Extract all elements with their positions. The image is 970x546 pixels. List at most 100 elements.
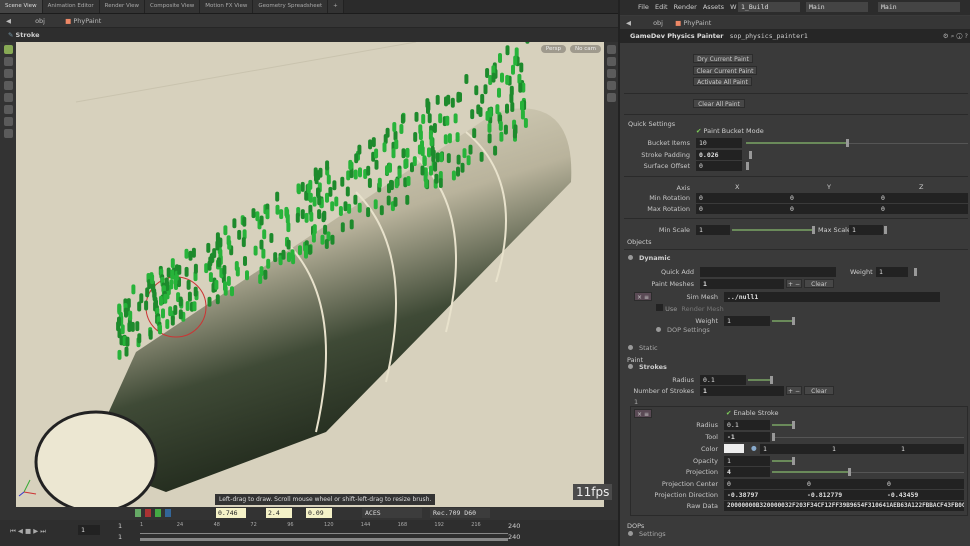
projection-center-y[interactable]: 0 bbox=[804, 479, 884, 489]
node-name[interactable]: sop_physics_painter1 bbox=[730, 32, 808, 40]
persp-menu[interactable]: Persp bbox=[541, 45, 566, 53]
path-obj[interactable]: obj bbox=[653, 19, 663, 27]
min-scale-slider[interactable] bbox=[732, 225, 816, 235]
projection-slider[interactable] bbox=[772, 467, 964, 477]
min-scale-field[interactable]: 1 bbox=[696, 225, 730, 235]
3d-viewport[interactable]: Persp No cam bbox=[16, 42, 604, 507]
tab-motion-fx-view[interactable]: Motion FX View bbox=[200, 0, 253, 13]
handle-tool-icon[interactable] bbox=[4, 93, 13, 102]
blue-channel-icon[interactable] bbox=[165, 509, 171, 517]
add-remove-stroke-buttons[interactable]: + − bbox=[786, 386, 802, 395]
context-select-2[interactable]: Main bbox=[878, 2, 960, 12]
sim-mesh-field[interactable]: ../null1 bbox=[724, 292, 940, 302]
tab-composite-view[interactable]: Composite View bbox=[145, 0, 200, 13]
min-rotation-y[interactable]: 0 bbox=[787, 193, 878, 203]
stroke-padding-field[interactable]: 0.026 bbox=[696, 150, 742, 160]
enable-stroke-checkbox[interactable]: ✔ Enable Stroke bbox=[726, 409, 778, 417]
menu-windows[interactable]: W bbox=[730, 3, 736, 11]
paint-meshes-field[interactable]: 1 bbox=[700, 279, 784, 289]
magnet-icon[interactable] bbox=[4, 129, 13, 138]
context-select[interactable]: Main bbox=[806, 2, 868, 12]
raw-data-field[interactable]: 20000000B320000032F203F34CF12FF39B9654F3… bbox=[724, 501, 964, 511]
exposure-field[interactable]: 0.746 bbox=[216, 508, 246, 518]
select-tool-icon[interactable] bbox=[4, 45, 13, 54]
path-node[interactable]: PhyPaint bbox=[683, 19, 711, 27]
weight-slider[interactable] bbox=[910, 267, 918, 277]
clear-all-paint-button[interactable]: Clear All Paint bbox=[693, 99, 745, 108]
tool-slider[interactable] bbox=[772, 432, 964, 442]
current-frame-field[interactable]: 1 bbox=[78, 525, 100, 535]
lut-select[interactable]: ACES bbox=[362, 508, 422, 518]
dop-settings-folder[interactable]: DOP Settings bbox=[656, 326, 710, 334]
red-channel-icon[interactable] bbox=[145, 509, 151, 517]
clear-meshes-button[interactable]: Clear bbox=[804, 279, 834, 288]
projection-direction-z[interactable]: -0.43459 bbox=[884, 490, 964, 500]
use-render-mesh-toggle[interactable]: Use Render Mesh bbox=[656, 304, 724, 314]
view-transform-select[interactable]: Rec.709 D60 sim. bbox=[430, 508, 490, 518]
max-rotation-z[interactable]: 0 bbox=[878, 204, 968, 214]
path-node[interactable]: PhyPaint bbox=[73, 17, 101, 25]
max-rotation-x[interactable]: 0 bbox=[696, 204, 787, 214]
scale-tool-icon[interactable] bbox=[4, 81, 13, 90]
min-rotation-z[interactable]: 0 bbox=[878, 193, 968, 203]
remove-stroke-button[interactable]: × ≡ bbox=[634, 409, 652, 418]
max-scale-slider[interactable] bbox=[884, 225, 890, 235]
path-obj[interactable]: obj bbox=[35, 17, 45, 25]
settings-folder[interactable]: Settings bbox=[628, 530, 666, 538]
clear-current-paint-button[interactable]: Clear Current Paint bbox=[693, 66, 757, 75]
max-rotation-y[interactable]: 0 bbox=[787, 204, 878, 214]
tab-animation-editor[interactable]: Animation Editor bbox=[43, 0, 100, 13]
dynamic-folder[interactable]: Dynamic bbox=[628, 254, 671, 262]
end-frame-2[interactable]: 240 bbox=[508, 533, 520, 541]
mesh-weight-slider[interactable] bbox=[772, 316, 796, 326]
projection-center-z[interactable]: 0 bbox=[884, 479, 964, 489]
projection-center-x[interactable]: 0 bbox=[724, 479, 804, 489]
strokes-folder[interactable]: Strokes bbox=[628, 363, 667, 371]
clear-strokes-button[interactable]: Clear bbox=[804, 386, 834, 395]
static-folder[interactable]: Static bbox=[628, 344, 658, 352]
back-icon[interactable]: ◀ bbox=[626, 19, 631, 27]
surface-offset-field[interactable]: 0 bbox=[696, 161, 742, 171]
snap-icon[interactable] bbox=[4, 117, 13, 126]
projection-direction-x[interactable]: -0.38797 bbox=[724, 490, 804, 500]
pose-tool-icon[interactable] bbox=[4, 105, 13, 114]
move-tool-icon[interactable] bbox=[4, 57, 13, 66]
start-frame-2[interactable]: 1 bbox=[118, 533, 122, 541]
stroke-radius-field[interactable]: 0.1 bbox=[724, 420, 770, 430]
color-b-field[interactable]: 1 bbox=[898, 444, 964, 454]
shaded-icon[interactable] bbox=[607, 69, 616, 78]
rotate-tool-icon[interactable] bbox=[4, 69, 13, 78]
tab-render-view[interactable]: Render View bbox=[100, 0, 145, 13]
mesh-weight-field[interactable]: 1 bbox=[724, 316, 770, 326]
playback-controls[interactable]: ⏮ ◀ ■ ▶ ⏭ bbox=[10, 527, 46, 536]
end-frame[interactable]: 240 bbox=[508, 522, 520, 530]
radius-field[interactable]: 0.1 bbox=[700, 375, 746, 385]
range-bar[interactable] bbox=[140, 538, 508, 541]
max-scale-field[interactable]: 1 bbox=[849, 225, 883, 235]
number-of-strokes-field[interactable]: 1 bbox=[700, 386, 784, 396]
opacity-field[interactable]: 1 bbox=[724, 456, 770, 466]
menu-edit[interactable]: Edit bbox=[655, 3, 668, 11]
camera-menu[interactable]: No cam bbox=[570, 45, 601, 53]
grid-icon[interactable] bbox=[607, 93, 616, 102]
quick-add-field[interactable] bbox=[700, 267, 836, 277]
stroke-radius-slider[interactable] bbox=[772, 420, 796, 430]
min-rotation-x[interactable]: 0 bbox=[696, 193, 787, 203]
bucket-items-field[interactable]: 10 bbox=[696, 138, 742, 148]
dry-current-paint-button[interactable]: Dry Current Paint bbox=[693, 54, 753, 63]
opacity-slider[interactable] bbox=[772, 456, 796, 466]
color-swatch[interactable] bbox=[724, 444, 744, 453]
projection-direction-y[interactable]: -0.812779 bbox=[804, 490, 884, 500]
gamma-field[interactable]: 2.4 bbox=[266, 508, 292, 518]
color-wheel-icon[interactable]: ● bbox=[751, 444, 757, 452]
color-r-field[interactable]: 1 bbox=[760, 444, 829, 454]
color-g-field[interactable]: 1 bbox=[829, 444, 898, 454]
menu-render[interactable]: Render bbox=[674, 3, 697, 11]
stroke-padding-slider[interactable] bbox=[746, 150, 756, 160]
back-icon[interactable]: ◀ bbox=[6, 17, 11, 25]
display-options-icon[interactable] bbox=[607, 45, 616, 54]
projection-field[interactable]: 4 bbox=[724, 467, 770, 477]
green-channel-icon[interactable] bbox=[155, 509, 161, 517]
tab-geometry-spreadsheet[interactable]: Geometry Spreadsheet bbox=[253, 0, 328, 13]
gear-icon[interactable]: ⚙ ⌕ ⓘ ? bbox=[943, 30, 968, 43]
